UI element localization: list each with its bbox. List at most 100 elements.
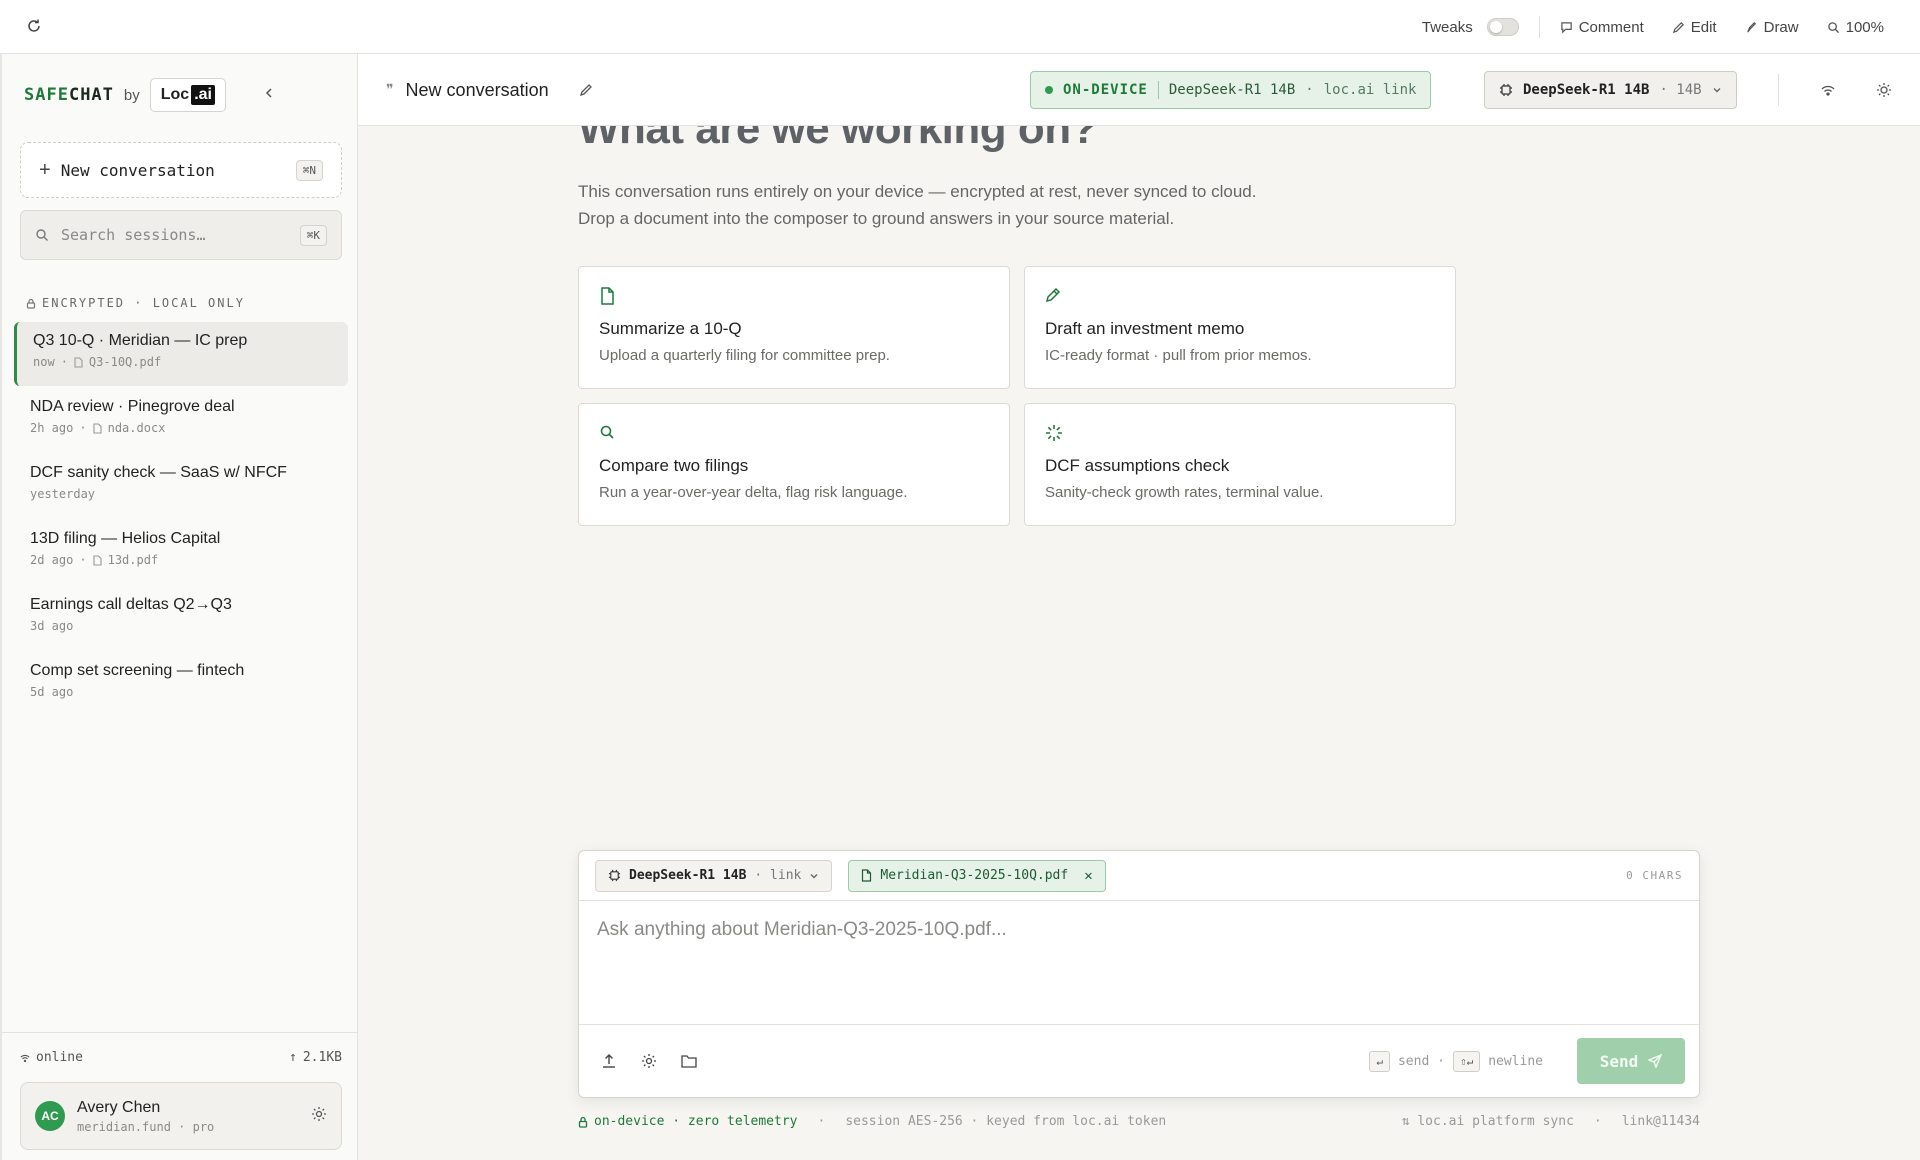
- upload-size-value: 2.1KB: [302, 1050, 342, 1065]
- user-info: Avery Chen meridian.fund · pro: [77, 1099, 214, 1134]
- zoom-button[interactable]: 100%: [1813, 19, 1898, 36]
- separator: ·: [79, 553, 87, 567]
- session-time: 3d ago: [30, 619, 74, 633]
- suggestion-card-dcf[interactable]: DCF assumptions check Sanity-check growt…: [1024, 403, 1456, 526]
- session-time: 2d ago: [30, 553, 74, 567]
- remove-file-icon[interactable]: ✕: [1084, 868, 1092, 884]
- search-input[interactable]: [61, 226, 288, 244]
- draw-button[interactable]: Draw: [1731, 19, 1813, 36]
- document-icon: [599, 287, 617, 305]
- chevron-down-icon: [1713, 88, 1721, 93]
- session-item[interactable]: 13D filing — Helios Capital 2d ago · 13d.p…: [14, 520, 348, 584]
- wifi-icon[interactable]: [1818, 80, 1838, 100]
- tweaks-label: Tweaks: [1421, 18, 1473, 36]
- session-time: now: [33, 355, 55, 369]
- shortcut-badge: ⌘K: [299, 224, 327, 246]
- search-icon: [36, 229, 48, 241]
- comment-label: Comment: [1578, 18, 1644, 36]
- on-device-badge: ON-DEVICE DeepSeek-R1 14B · loc.ai link: [1030, 71, 1432, 109]
- divider: [1778, 74, 1779, 106]
- privacy-status: on-device · zero telemetry: [578, 1114, 798, 1129]
- edit-button[interactable]: Edit: [1658, 19, 1731, 36]
- privacy-status-text: on-device · zero telemetry: [594, 1114, 798, 1129]
- loc-ai-logo: Loc .ai: [149, 78, 226, 112]
- theme-icon[interactable]: [1874, 80, 1894, 100]
- search-box: ⌘K: [20, 210, 342, 260]
- tweaks-toggle[interactable]: Tweaks: [1408, 18, 1533, 36]
- upload-icon[interactable]: [599, 1051, 619, 1071]
- model-mode: · link: [754, 868, 802, 883]
- model-selector[interactable]: DeepSeek-R1 14B · 14B: [1484, 71, 1737, 109]
- edit-label: Edit: [1690, 18, 1717, 36]
- draw-label: Draw: [1763, 18, 1799, 36]
- send-button[interactable]: Send: [1577, 1038, 1685, 1084]
- session-item[interactable]: DCF sanity check — SaaS w/ NFCF yesterda…: [14, 454, 348, 518]
- composer-model-selector[interactable]: DeepSeek-R1 14B · link: [595, 859, 833, 892]
- attached-file-chip[interactable]: Meridian-Q3-2025-10Q.pdf ✕: [848, 859, 1106, 892]
- document-icon: [93, 554, 102, 566]
- search-icon: [599, 424, 617, 442]
- collapse-sidebar-icon[interactable]: [260, 84, 278, 102]
- shortcut-badge: ⌘N: [295, 159, 323, 181]
- section-label-text: ENCRYPTED · LOCAL ONLY: [42, 296, 245, 310]
- session-meta: 5d ago: [30, 685, 332, 699]
- session-meta: yesterday: [30, 487, 332, 501]
- brand-safe: SAFE: [24, 85, 69, 105]
- conversation-header: ❞ New conversation ON-DEVICE DeepSeek-R1…: [358, 54, 1920, 126]
- sparkle-icon: [1045, 424, 1063, 442]
- settings-icon[interactable]: [639, 1051, 659, 1071]
- user-card[interactable]: AC Avery Chen meridian.fund · pro: [20, 1082, 342, 1150]
- hero-subtitle: This conversation runs entirely on your …: [578, 178, 1256, 232]
- suggestion-card-compare[interactable]: Compare two filings Run a year-over-year…: [578, 403, 1010, 526]
- separator: ·: [79, 421, 87, 435]
- card-description: Upload a quarterly filing for committee …: [599, 347, 890, 364]
- session-file: 13d.pdf: [107, 553, 159, 567]
- suggestion-card-summarize[interactable]: Summarize a 10-Q Upload a quarterly fili…: [578, 266, 1010, 389]
- conversation-title: ❞ New conversation: [386, 54, 593, 126]
- shift-enter-key-badge: ⇧↵: [1452, 1050, 1481, 1072]
- session-item[interactable]: Comp set screening — fintech 5d ago: [14, 652, 348, 716]
- session-item[interactable]: Earnings call deltas Q2→Q3 3d ago: [14, 586, 348, 650]
- char-count: 0 CHARS: [1626, 869, 1683, 882]
- separator: ·: [1305, 82, 1314, 98]
- card-title: DCF assumptions check: [1045, 456, 1230, 475]
- session-item[interactable]: NDA review · Pinegrove deal 2h ago · nda.d…: [14, 388, 348, 452]
- settings-icon[interactable]: [311, 1106, 327, 1127]
- reload-icon[interactable]: [24, 16, 44, 36]
- session-title: DCF sanity check — SaaS w/ NFCF: [30, 464, 287, 481]
- card-description: Sanity-check growth rates, terminal valu…: [1045, 484, 1324, 501]
- status-dot: [1045, 86, 1053, 94]
- toolbar-actions: Tweaks Comment Edit Draw 100%: [1408, 0, 1898, 54]
- lock-icon: [578, 1116, 588, 1128]
- session-item[interactable]: Q3 10-Q · Meridian — IC prep now · Q3-10Q.…: [14, 322, 348, 386]
- message-input[interactable]: [597, 919, 1681, 1009]
- logo-ai: .ai: [191, 85, 215, 105]
- chevron-down-icon: [810, 873, 818, 878]
- model-name: DeepSeek-R1 14B: [629, 868, 747, 883]
- folder-icon[interactable]: [679, 1051, 699, 1071]
- comment-button[interactable]: Comment: [1546, 19, 1658, 36]
- session-title: Q3 10-Q · Meridian — IC prep: [33, 332, 248, 349]
- session-title: Comp set screening — fintech: [30, 662, 245, 679]
- quote-icon: ❞: [386, 82, 394, 98]
- sync-status: ⇅ loc.ai platform sync · link@11434: [1402, 1114, 1700, 1129]
- suggestion-card-memo[interactable]: Draft an investment memo IC-ready format…: [1024, 266, 1456, 389]
- new-conversation-button[interactable]: + New conversation ⌘N: [20, 142, 342, 198]
- session-meta: 2d ago · 13d.pdf: [30, 553, 332, 567]
- session-meta: 3d ago: [30, 619, 332, 633]
- on-device-model: DeepSeek-R1 14B: [1168, 82, 1296, 98]
- subtitle-line: Drop a document into the composer to gro…: [578, 209, 1175, 228]
- upload-size: ↑ 2.1KB: [289, 1050, 342, 1065]
- session-title: Earnings call deltas Q2→Q3: [30, 596, 232, 613]
- session-time: 2h ago: [30, 421, 74, 435]
- rename-icon[interactable]: [579, 83, 593, 97]
- on-device-link: loc.ai link: [1323, 82, 1417, 98]
- session-list: Q3 10-Q · Meridian — IC prep now · Q3-10Q.…: [14, 322, 348, 718]
- enter-key-badge: ↵: [1369, 1050, 1390, 1072]
- composer-text-area: [579, 901, 1699, 1025]
- online-status: online: [20, 1050, 83, 1065]
- toggle-switch[interactable]: [1486, 18, 1519, 36]
- main-content: What are we working on? This conversatio…: [358, 126, 1920, 1160]
- pencil-icon: [1045, 287, 1063, 305]
- pen-icon: [1746, 21, 1756, 33]
